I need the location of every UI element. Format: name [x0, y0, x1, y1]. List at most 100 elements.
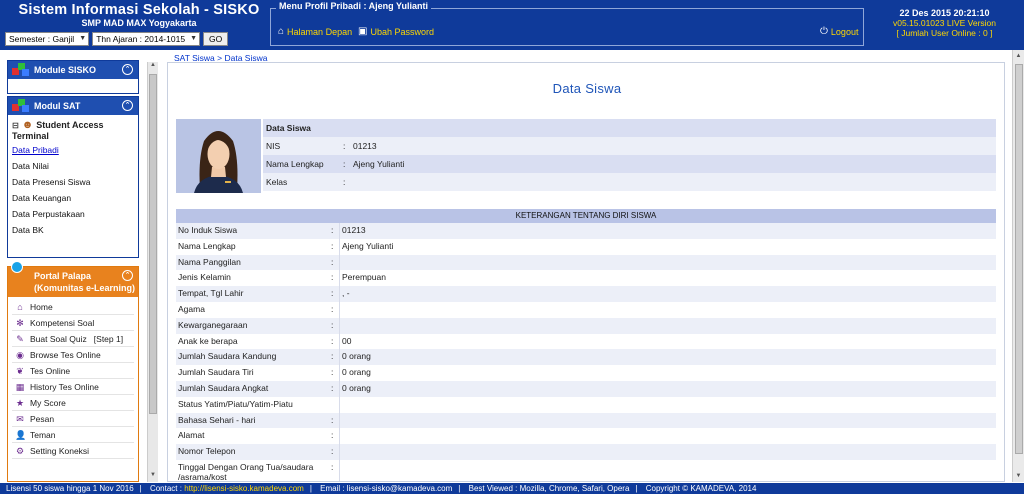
detail-rows: No Induk Siswa:01213 Nama Lengkap: Ajeng Y…: [176, 223, 996, 481]
student-access-node[interactable]: ⊟ ☻ Student Access: [12, 119, 134, 131]
column-divider: [339, 254, 340, 271]
sidebar-scrollbar[interactable]: ▲ ▼: [147, 62, 158, 482]
detail-colon: :: [331, 288, 334, 299]
detail-colon: :: [331, 367, 334, 378]
semester-select[interactable]: Semester : Ganjil ▼: [5, 32, 90, 46]
page-scrollbar[interactable]: ▲ ▼: [1012, 50, 1024, 482]
lock-icon: ▣: [358, 26, 368, 37]
collapse-icon[interactable]: ⌃: [122, 100, 133, 111]
detail-value: , -: [342, 288, 350, 299]
portal-item-kompetensi-soal[interactable]: ✻ Kompetensi Soal: [12, 315, 134, 331]
contact-label: Contact :: [149, 484, 182, 493]
scroll-up-icon[interactable]: ▲: [148, 62, 158, 72]
detail-label: Jumlah Saudara Angkat: [178, 382, 269, 393]
scroll-down-icon[interactable]: ▼: [148, 472, 158, 482]
detail-colon: :: [331, 382, 334, 393]
portal-item-tes-online[interactable]: ❦ Tes Online: [12, 363, 134, 379]
portal-item-history-tes-online[interactable]: ▦ History Tes Online: [12, 379, 134, 395]
modul-sat-panel: Modul SAT ⌃ ⊟ ☻ Student Access Terminal …: [7, 96, 139, 258]
detail-value: Ajeng Yulianti: [342, 240, 394, 251]
footer: Lisensi 50 siswa hingga 1 Nov 2016 | Cont…: [0, 483, 1024, 494]
portal-item-pesan[interactable]: ✉ Pesan: [12, 411, 134, 427]
detail-label: No Induk Siswa: [178, 225, 238, 235]
power-icon: ⏻: [820, 26, 828, 37]
detail-label: Nama Lengkap: [178, 240, 236, 251]
sat-item-data-bk[interactable]: Data BK: [12, 222, 134, 238]
scrollbar-thumb[interactable]: [149, 74, 157, 414]
settings-icon: ⚙: [15, 445, 25, 456]
detail-row: Agama:: [176, 301, 996, 318]
detail-colon: :: [331, 430, 334, 441]
year-select[interactable]: Thn Ajaran : 2014-1015 ▼: [92, 32, 201, 46]
column-divider: [339, 365, 340, 381]
collapse-icon[interactable]: ⌃: [122, 64, 133, 75]
collapse-icon[interactable]: ⌃: [122, 270, 133, 281]
logout-link[interactable]: ⏻ Logout: [820, 26, 858, 37]
section-header: KETERANGAN TENTANG DIRI SISWA: [176, 209, 996, 223]
portal-item-my-score[interactable]: ★ My Score: [12, 395, 134, 411]
detail-row: Kewarganegaraan:: [176, 317, 996, 334]
change-password-link[interactable]: ▣ Ubah Password: [358, 26, 434, 37]
modul-sat-header[interactable]: Modul SAT ⌃: [8, 97, 138, 115]
column-divider: [339, 223, 340, 239]
detail-label: Anak ke berapa: [178, 335, 238, 346]
detail-label: Bahasa Sehari - hari: [178, 414, 256, 425]
chevron-down-icon: ▼: [190, 35, 198, 42]
app-title: Sistem Informasi Sekolah - SISKO: [18, 2, 260, 18]
portal-item-teman[interactable]: 👤 Teman: [12, 427, 134, 443]
detail-colon: :: [331, 225, 334, 235]
home-icon: ⌂: [278, 26, 285, 37]
detail-row: Status Yatim/Piatu/Yatim-Piatu: [176, 396, 996, 413]
module-sisko-header[interactable]: Module SISKO ⌃: [8, 61, 138, 79]
left-sidebar: Module SISKO ⌃ Modul SAT ⌃ ⊟ ☻ Student A…: [0, 50, 162, 482]
person-icon: 👤: [15, 429, 27, 440]
detail-label: Nomor Telepon: [178, 446, 236, 457]
scrollbar-thumb[interactable]: [1015, 64, 1023, 454]
column-divider: [339, 428, 340, 445]
sat-item-data-keuangan[interactable]: Data Keuangan: [12, 190, 134, 206]
contact-link[interactable]: http://lisensi-sisko.kamadeva.com: [184, 484, 304, 493]
detail-value: 01213: [342, 225, 366, 235]
detail-colon: :: [331, 303, 334, 314]
sat-item-data-nilai[interactable]: Data Nilai: [12, 158, 134, 174]
card-row-kelas: Kelas:: [263, 173, 996, 191]
column-divider: [339, 396, 340, 413]
detail-value: 0 orang: [342, 367, 371, 378]
portal-item-home[interactable]: ⌂ Home: [12, 299, 134, 315]
module-sisko-panel: Module SISKO ⌃: [7, 60, 139, 94]
tree-collapse-icon[interactable]: ⊟: [12, 121, 19, 130]
female-avatar-icon: [176, 119, 261, 193]
terminal-label: Terminal: [12, 131, 49, 141]
scroll-up-icon[interactable]: ▲: [1013, 50, 1024, 62]
detail-colon: :: [331, 335, 334, 346]
column-divider: [339, 444, 340, 460]
sat-item-data-presensi[interactable]: Data Presensi Siswa: [12, 174, 134, 190]
scroll-down-icon[interactable]: ▼: [1013, 470, 1024, 482]
home-link[interactable]: ⌂ Halaman Depan: [278, 26, 352, 37]
gear-icon: ✻: [16, 317, 24, 328]
detail-colon: :: [331, 272, 334, 283]
detail-label: Jumlah Saudara Kandung: [178, 351, 277, 362]
detail-row: Tempat, Tgl Lahir: , -: [176, 286, 996, 302]
detail-value: 0 orang: [342, 382, 371, 393]
best-viewed-text: Best Viewed : Mozilla, Chrome, Safari, O…: [468, 484, 630, 493]
portal-item-browse-tes-online[interactable]: ◉ Browse Tes Online: [12, 347, 134, 363]
detail-colon: :: [331, 414, 334, 425]
version: v05.15.01023 LIVE Version: [892, 18, 996, 28]
detail-colon: :: [331, 446, 334, 457]
portal-palapa-header[interactable]: Portal Palapa (Komunitas e-Learning) ⌃: [8, 261, 138, 297]
sat-item-data-perpustakaan[interactable]: Data Perpustakaan: [12, 206, 134, 222]
detail-label: Nama Panggilan: [178, 256, 241, 267]
portal-item-setting-koneksi[interactable]: ⚙ Setting Koneksi: [12, 443, 134, 459]
sat-item-data-pribadi[interactable]: Data Pribadi: [12, 142, 134, 158]
portal-item-buat-soal-quiz[interactable]: ✎ Buat Soal Quiz [Step 1]: [12, 331, 134, 347]
column-divider: [339, 317, 340, 334]
copyright-text: Copyright © KAMADEVA, 2014: [645, 484, 757, 493]
go-button[interactable]: GO: [203, 32, 229, 46]
detail-label: Agama: [178, 303, 205, 314]
eye-icon: ◉: [16, 349, 24, 360]
profile-menu-title: Menu Profil Pribadi : Ajeng Yulianti: [276, 1, 432, 11]
detail-label: Alamat: [178, 430, 205, 441]
leaf-icon: ❦: [16, 365, 24, 376]
page-title: Data Siswa: [552, 81, 622, 96]
